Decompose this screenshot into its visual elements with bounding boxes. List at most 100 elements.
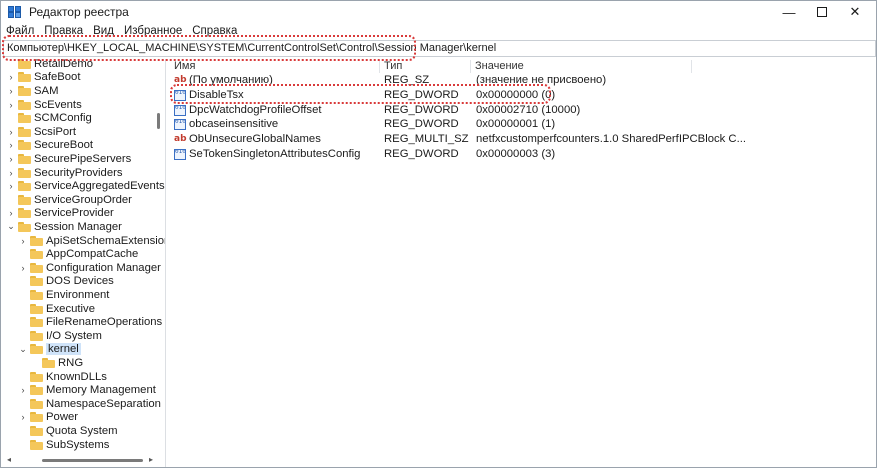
tree-item[interactable]: › Memory Management [18,383,156,397]
tree-item[interactable]: ⌄ kernel [18,343,81,357]
tree-item[interactable]: › SecurePipeServers [6,152,132,166]
maximize-icon [817,7,827,17]
menu-help[interactable]: Справка [192,23,243,40]
chevron-right-icon[interactable]: › [18,236,28,246]
window-title: Редактор реестра [29,5,129,19]
minimize-icon: — [782,4,796,20]
menu-edit[interactable]: Правка [44,23,89,40]
chevron-right-icon[interactable]: › [6,140,16,150]
folder-icon [18,72,31,83]
scroll-left-arrow-icon[interactable]: ◂ [7,455,11,464]
tree-item[interactable]: › SAM [6,84,59,98]
tree-item[interactable]: › ServiceAggregatedEvents [6,179,165,193]
chevron-down-icon[interactable]: ⌄ [6,221,16,232]
tree-item[interactable]: ⌄ Session Manager [6,220,122,234]
tree-item[interactable]: Executive [18,302,95,316]
tree-item-label: ServiceGroupOrder [34,193,132,206]
tree-horizontal-scroll-thumb[interactable] [42,459,143,462]
tree-item-label: NamespaceSeparation [46,397,161,410]
chevron-right-icon[interactable]: › [6,127,16,137]
folder-icon [30,289,43,300]
chevron-down-icon[interactable]: ⌄ [18,344,28,355]
column-header-name[interactable]: Имя [170,60,380,73]
tree-item[interactable]: SCMConfig [6,111,92,125]
tree-item[interactable]: DOS Devices [18,275,114,289]
tree-item[interactable]: › ApiSetSchemaExtensions [18,234,166,248]
value-data: 0x00000000 (0) [476,88,556,101]
string-value-icon: ab [174,75,187,85]
chevron-right-icon[interactable]: › [6,86,16,96]
tree-item-label: I/O System [46,329,102,342]
value-data: 0x00000003 (3) [476,148,556,160]
value-row[interactable]: 010 110SeTokenSingletonAttributesConfig R… [170,148,876,163]
chevron-right-icon[interactable]: › [6,100,16,110]
tree-item[interactable]: KnownDLLs [18,370,107,384]
tree-vertical-scroll-thumb[interactable] [157,113,160,129]
tree-item[interactable]: Environment [18,288,109,302]
tree-item[interactable]: › SecureBoot [6,139,94,153]
chevron-right-icon[interactable]: › [18,385,28,395]
value-type: REG_MULTI_SZ [384,133,469,146]
folder-icon [30,385,43,396]
value-row[interactable]: 010 110DisableTsx REG_DWORD 0x00000000 (0) [170,88,876,104]
tree-item[interactable]: › SafeBoot [6,71,81,85]
tree-item[interactable]: FileRenameOperations [18,315,162,329]
chevron-right-icon[interactable]: › [6,181,16,191]
tree-item[interactable]: AppCompatCache [18,247,138,261]
column-header-type[interactable]: Тип [380,60,471,73]
tree-item-label: ServiceAggregatedEvents [34,180,165,193]
value-name: (По умолчанию) [189,74,273,86]
tree-item[interactable]: I/O System [18,329,102,343]
column-header-value[interactable]: Значение [471,60,692,73]
value-name: obcaseinsensitive [189,118,279,131]
tree-item[interactable]: › ScEvents [6,98,82,112]
tree-item-label: SCMConfig [34,112,92,125]
tree-item[interactable]: Quota System [18,424,118,438]
tree-item[interactable]: ServiceGroupOrder [6,193,132,207]
folder-icon [18,153,31,164]
folder-icon [30,344,43,355]
folder-icon [18,59,31,69]
chevron-right-icon[interactable]: › [18,412,28,422]
value-row[interactable]: 010 110DpcWatchdogProfileOffset REG_DWORD… [170,104,876,119]
value-row[interactable]: ab ObUnsecureGlobalNames REG_MULTI_SZ netfx… [170,133,876,148]
chevron-right-icon[interactable]: › [6,154,16,164]
value-type: REG_SZ [384,74,430,86]
value-data: netfxcustomperfcounters.1.0 SharedPerfIP… [476,133,746,146]
tree-item[interactable]: › Power [18,411,79,425]
scroll-right-arrow-icon[interactable]: ▸ [149,455,153,464]
regedit-app-icon [8,6,22,19]
chevron-right-icon[interactable]: › [6,208,16,218]
tree-item[interactable]: › ScsiPort [6,125,77,139]
close-button[interactable]: ✕ [833,1,876,23]
value-row[interactable]: 010 110obcaseinsensitive REG_DWORD 0x00000… [170,118,876,133]
tree-item[interactable]: › SecurityProviders [6,166,123,180]
menu-view[interactable]: Вид [93,23,120,40]
tree-item-label: SecurePipeServers [34,152,132,165]
folder-icon [30,398,43,409]
tree-item[interactable]: SubSystems [18,438,109,452]
tree-item[interactable]: › Configuration Manager [18,261,161,275]
chevron-right-icon[interactable]: › [18,263,28,273]
tree-item[interactable]: RetailDemo [6,59,93,71]
menu-favorites[interactable]: Избранное [124,23,188,40]
registry-editor-window: Редактор реестра — ✕ Файл Правка Вид Изб… [0,0,877,468]
tree-item[interactable]: › ServiceProvider [6,207,114,221]
folder-icon [18,167,31,178]
value-row[interactable]: ab (По умолчанию) REG_SZ (значение не присв… [170,74,876,89]
tree-item-label: SafeBoot [34,71,81,84]
folder-icon [30,412,43,423]
binary-value-icon: 010 110 [174,119,186,131]
chevron-right-icon[interactable]: › [6,168,16,178]
tree-item[interactable]: RNG [30,356,83,370]
tree-item[interactable]: NamespaceSeparation [18,397,161,411]
binary-value-icon: 010 110 [174,149,186,160]
address-bar[interactable]: Компьютер\HKEY_LOCAL_MACHINE\SYSTEM\Curr… [3,40,876,57]
folder-icon [30,249,43,260]
folder-icon [30,235,43,246]
menu-file[interactable]: Файл [6,23,40,40]
binary-value-icon: 010 110 [174,104,186,116]
tree-item-label: Environment [46,288,110,301]
string-value-icon: ab [174,134,187,145]
chevron-right-icon[interactable]: › [6,72,16,82]
